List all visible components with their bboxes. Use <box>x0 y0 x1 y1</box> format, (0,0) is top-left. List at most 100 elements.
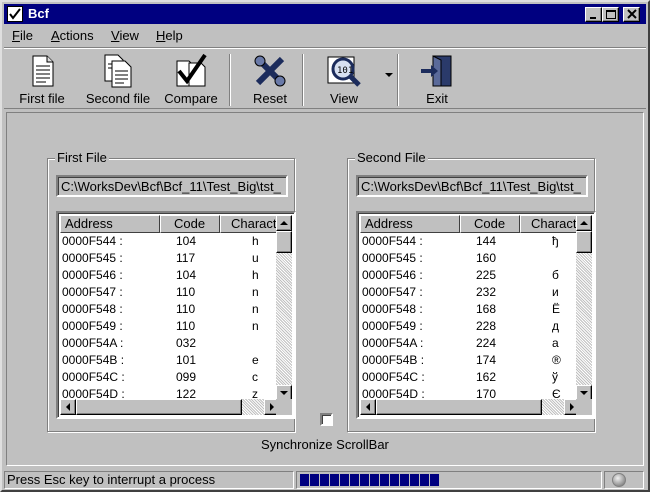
list-row[interactable]: 0000F544 : 144 ђ <box>360 233 580 250</box>
scroll-left-button[interactable] <box>60 399 76 415</box>
list-row[interactable]: 0000F54A : 032 <box>60 335 280 352</box>
column-header-address[interactable]: Address <box>60 215 160 233</box>
list-row[interactable]: 0000F547 : 232 и <box>360 284 580 301</box>
cell-character: n <box>252 302 259 316</box>
list-row[interactable]: 0000F54B : 174 ® <box>360 352 580 369</box>
cell-address: 0000F544 : <box>62 234 123 248</box>
horizontal-scroll-thumb[interactable] <box>76 399 242 415</box>
list-row[interactable]: 0000F546 : 104 h <box>60 267 280 284</box>
horizontal-scrollbar[interactable] <box>360 399 580 415</box>
column-header-character[interactable]: Character <box>220 215 282 233</box>
cell-character: д <box>552 319 560 333</box>
minimize-button[interactable] <box>585 7 602 22</box>
list-row[interactable]: 0000F54B : 101 e <box>60 352 280 369</box>
synchronize-scrollbar-checkbox[interactable] <box>320 413 333 426</box>
second-file-path-field[interactable]: C:\WorksDev\Bcf\Bcf_11\Test_Big\tst_ <box>356 175 588 197</box>
title-bar[interactable]: Bcf <box>4 4 646 24</box>
column-header-code[interactable]: Code <box>160 215 220 233</box>
synchronize-scrollbar-label: Synchronize ScrollBar <box>261 437 389 452</box>
list-row[interactable]: 0000F544 : 104 h <box>60 233 280 250</box>
maximize-button[interactable] <box>602 7 619 22</box>
cell-character: ў <box>552 370 558 384</box>
cell-character: а <box>552 336 559 350</box>
compare-button[interactable]: Compare <box>160 50 222 108</box>
list-row[interactable]: 0000F54C : 162 ў <box>360 369 580 386</box>
second-file-button[interactable]: Second file <box>78 50 158 108</box>
list-row[interactable]: 0000F548 : 168 Ё <box>360 301 580 318</box>
scroll-corner <box>276 399 292 415</box>
cell-address: 0000F547 : <box>62 285 123 299</box>
list-row[interactable]: 0000F545 : 160 <box>360 250 580 267</box>
reset-label: Reset <box>253 91 287 106</box>
status-message: Press Esc key to interrupt a process <box>4 471 294 489</box>
horizontal-scrollbar[interactable] <box>60 399 280 415</box>
first-file-list[interactable]: Address Code Character 0000F544 :104h000… <box>56 211 296 419</box>
scroll-left-button[interactable] <box>360 399 376 415</box>
cell-address: 0000F54A : <box>362 336 424 350</box>
progress-block <box>370 474 379 486</box>
vertical-scrollbar[interactable] <box>576 215 592 401</box>
list-row[interactable]: 0000F545 : 117 u <box>60 250 280 267</box>
vertical-scrollbar[interactable] <box>276 215 292 401</box>
cell-address: 0000F545 : <box>62 251 123 265</box>
cell-character: u <box>252 251 259 265</box>
progress-block <box>330 474 339 486</box>
second-file-list[interactable]: Address Code Character 0000F544 :144ђ000… <box>356 211 596 419</box>
cell-address: 0000F546 : <box>62 268 123 282</box>
cell-code: 104 <box>176 268 197 282</box>
menu-bar: File Actions View Help <box>4 26 646 46</box>
list-row[interactable]: 0000F546 : 225 б <box>360 267 580 284</box>
menu-view[interactable]: View <box>111 28 139 44</box>
column-header-address[interactable]: Address <box>360 215 460 233</box>
menu-actions[interactable]: Actions <box>51 28 94 44</box>
status-led-icon <box>612 473 626 487</box>
cell-code: 104 <box>176 234 197 248</box>
cell-character: h <box>252 234 259 248</box>
cell-code: 099 <box>176 370 197 384</box>
reset-button[interactable]: Reset <box>242 50 298 108</box>
cell-address: 0000F546 : <box>362 268 423 282</box>
magnifier-icon: 101 <box>326 53 362 89</box>
app-check-icon[interactable] <box>7 6 23 22</box>
first-file-path-field[interactable]: C:\WorksDev\Bcf\Bcf_11\Test_Big\tst_ <box>56 175 288 197</box>
progress-block <box>410 474 419 486</box>
exit-button[interactable]: Exit <box>414 50 460 108</box>
list-row[interactable]: 0000F549 : 110 n <box>60 318 280 335</box>
first-file-rows: 0000F544 : 104 h 0000F545 : 117 u 0000F546 : 10… <box>60 233 280 403</box>
progress-block <box>420 474 429 486</box>
cell-address: 0000F54C : <box>62 370 125 384</box>
progress-bar <box>296 471 602 489</box>
menu-file[interactable]: File <box>12 28 33 44</box>
horizontal-scroll-thumb[interactable] <box>376 399 542 415</box>
cell-address: 0000F54C : <box>362 370 425 384</box>
progress-block <box>400 474 409 486</box>
progress-block <box>300 474 309 486</box>
cell-address: 0000F54B : <box>62 353 125 367</box>
view-dropdown-arrow-icon[interactable] <box>385 73 393 77</box>
scroll-up-button[interactable] <box>276 215 292 231</box>
cell-code: 168 <box>476 302 497 316</box>
cell-character: ђ <box>552 234 559 248</box>
cell-character: б <box>552 268 559 282</box>
scroll-thumb[interactable] <box>576 231 592 253</box>
close-button[interactable] <box>623 7 640 22</box>
column-header-character[interactable]: Character <box>520 215 582 233</box>
list-row[interactable]: 0000F548 : 110 n <box>60 301 280 318</box>
toolbar-separator <box>302 54 304 106</box>
menu-help[interactable]: Help <box>156 28 183 44</box>
first-file-button[interactable]: First file <box>12 50 72 108</box>
view-button[interactable]: 101 View <box>314 50 374 108</box>
scroll-corner <box>576 399 592 415</box>
list-row[interactable]: 0000F54A : 224 а <box>360 335 580 352</box>
list-row[interactable]: 0000F547 : 110 n <box>60 284 280 301</box>
column-header-code[interactable]: Code <box>460 215 520 233</box>
svg-text:101: 101 <box>337 66 353 76</box>
cell-code: 117 <box>176 251 196 265</box>
scroll-up-button[interactable] <box>576 215 592 231</box>
list-row[interactable]: 0000F54C : 099 c <box>60 369 280 386</box>
status-bar: Press Esc key to interrupt a process <box>4 470 646 490</box>
scroll-thumb[interactable] <box>276 231 292 253</box>
list-row[interactable]: 0000F549 : 228 д <box>360 318 580 335</box>
second-file-label: Second file <box>85 91 151 106</box>
list-header: Address Code Character <box>360 215 582 233</box>
